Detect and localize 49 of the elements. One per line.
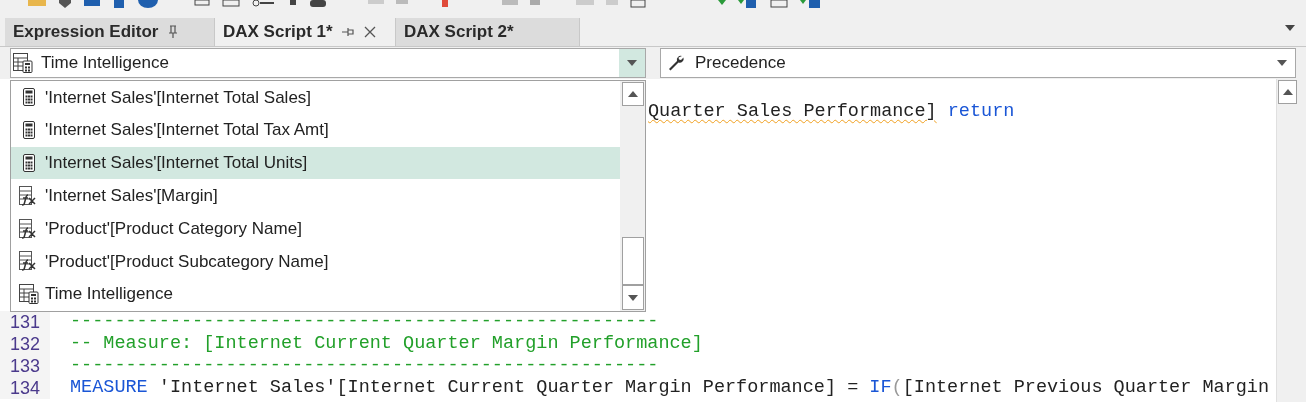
dropdown-value: Time Intelligence xyxy=(41,52,170,75)
caret-icon xyxy=(1277,60,1287,66)
up-arrow-icon xyxy=(627,91,638,97)
list-item[interactable]: 'Internet Sales'[Internet Total Sales] xyxy=(11,81,620,114)
line-number: 133 xyxy=(0,355,50,377)
table-calculator-icon xyxy=(19,284,39,305)
object-dropdown[interactable]: Time Intelligence xyxy=(10,48,646,78)
property-dropdown[interactable]: Precedence xyxy=(660,48,1296,78)
code-line: ----------------------------------------------------- xyxy=(69,355,659,377)
code-line: MEASURE 'Internet Sales'[Internet Current Quarter Margin Performance] = IF([Internet Previous Quarter Margin xyxy=(69,377,1270,399)
scroll-thumb[interactable] xyxy=(621,237,644,285)
tab[interactable]: Expression Editor xyxy=(5,18,215,46)
list-item[interactable]: 'Internet Sales'[Internet Total Tax Amt] xyxy=(11,113,620,147)
scroll-down-button[interactable] xyxy=(621,285,644,310)
scroll-up-button[interactable] xyxy=(1278,80,1297,104)
caret-icon xyxy=(627,60,637,66)
pin-icon[interactable] xyxy=(340,25,355,39)
function-table-icon xyxy=(19,251,39,272)
line-number: 134 xyxy=(0,377,50,399)
code-line: ----------------------------------------------------- xyxy=(69,311,659,333)
line-number: 131 xyxy=(0,311,50,333)
close-icon[interactable] xyxy=(362,25,377,39)
calculator-icon xyxy=(23,121,35,140)
list-item[interactable]: 'Product'[Product Category Name] xyxy=(11,212,620,245)
dropdown-value: Precedence xyxy=(695,52,787,75)
line-number: 132 xyxy=(0,333,50,355)
dropdown-button[interactable] xyxy=(619,49,645,77)
table-calculator-icon xyxy=(13,53,33,73)
key-icon[interactable] xyxy=(252,0,274,8)
calculator-icon xyxy=(23,154,35,172)
up-arrow-icon xyxy=(1282,89,1293,95)
list-item[interactable]: Time Intelligence xyxy=(11,277,620,311)
list-item[interactable]: 'Internet Sales'[Margin] xyxy=(11,179,620,213)
list-item[interactable]: 'Internet Sales'[Internet Total Units] xyxy=(11,146,620,180)
function-table-icon xyxy=(19,185,39,206)
function-table-icon xyxy=(19,218,39,239)
code-line: -- Measure: [Internet Current Quarter Margin Performance] xyxy=(69,333,703,355)
scroll-up-button[interactable] xyxy=(621,82,644,106)
calculator-icon xyxy=(23,88,35,107)
list-item[interactable]: 'Product'[Product Subcategory Name] xyxy=(11,245,620,278)
table-icon[interactable] xyxy=(222,0,240,7)
shield-icon[interactable] xyxy=(58,0,72,8)
code-line: Quarter Sales Performance] return xyxy=(647,101,1016,124)
vertical-scrollbar[interactable] xyxy=(1276,79,1298,402)
down-arrow-icon xyxy=(627,294,638,301)
wrench-icon xyxy=(667,54,685,72)
list-scrollbar[interactable] xyxy=(620,81,645,311)
tab[interactable]: DAX Script 2* xyxy=(396,18,580,46)
caret-icon[interactable] xyxy=(1285,25,1295,31)
